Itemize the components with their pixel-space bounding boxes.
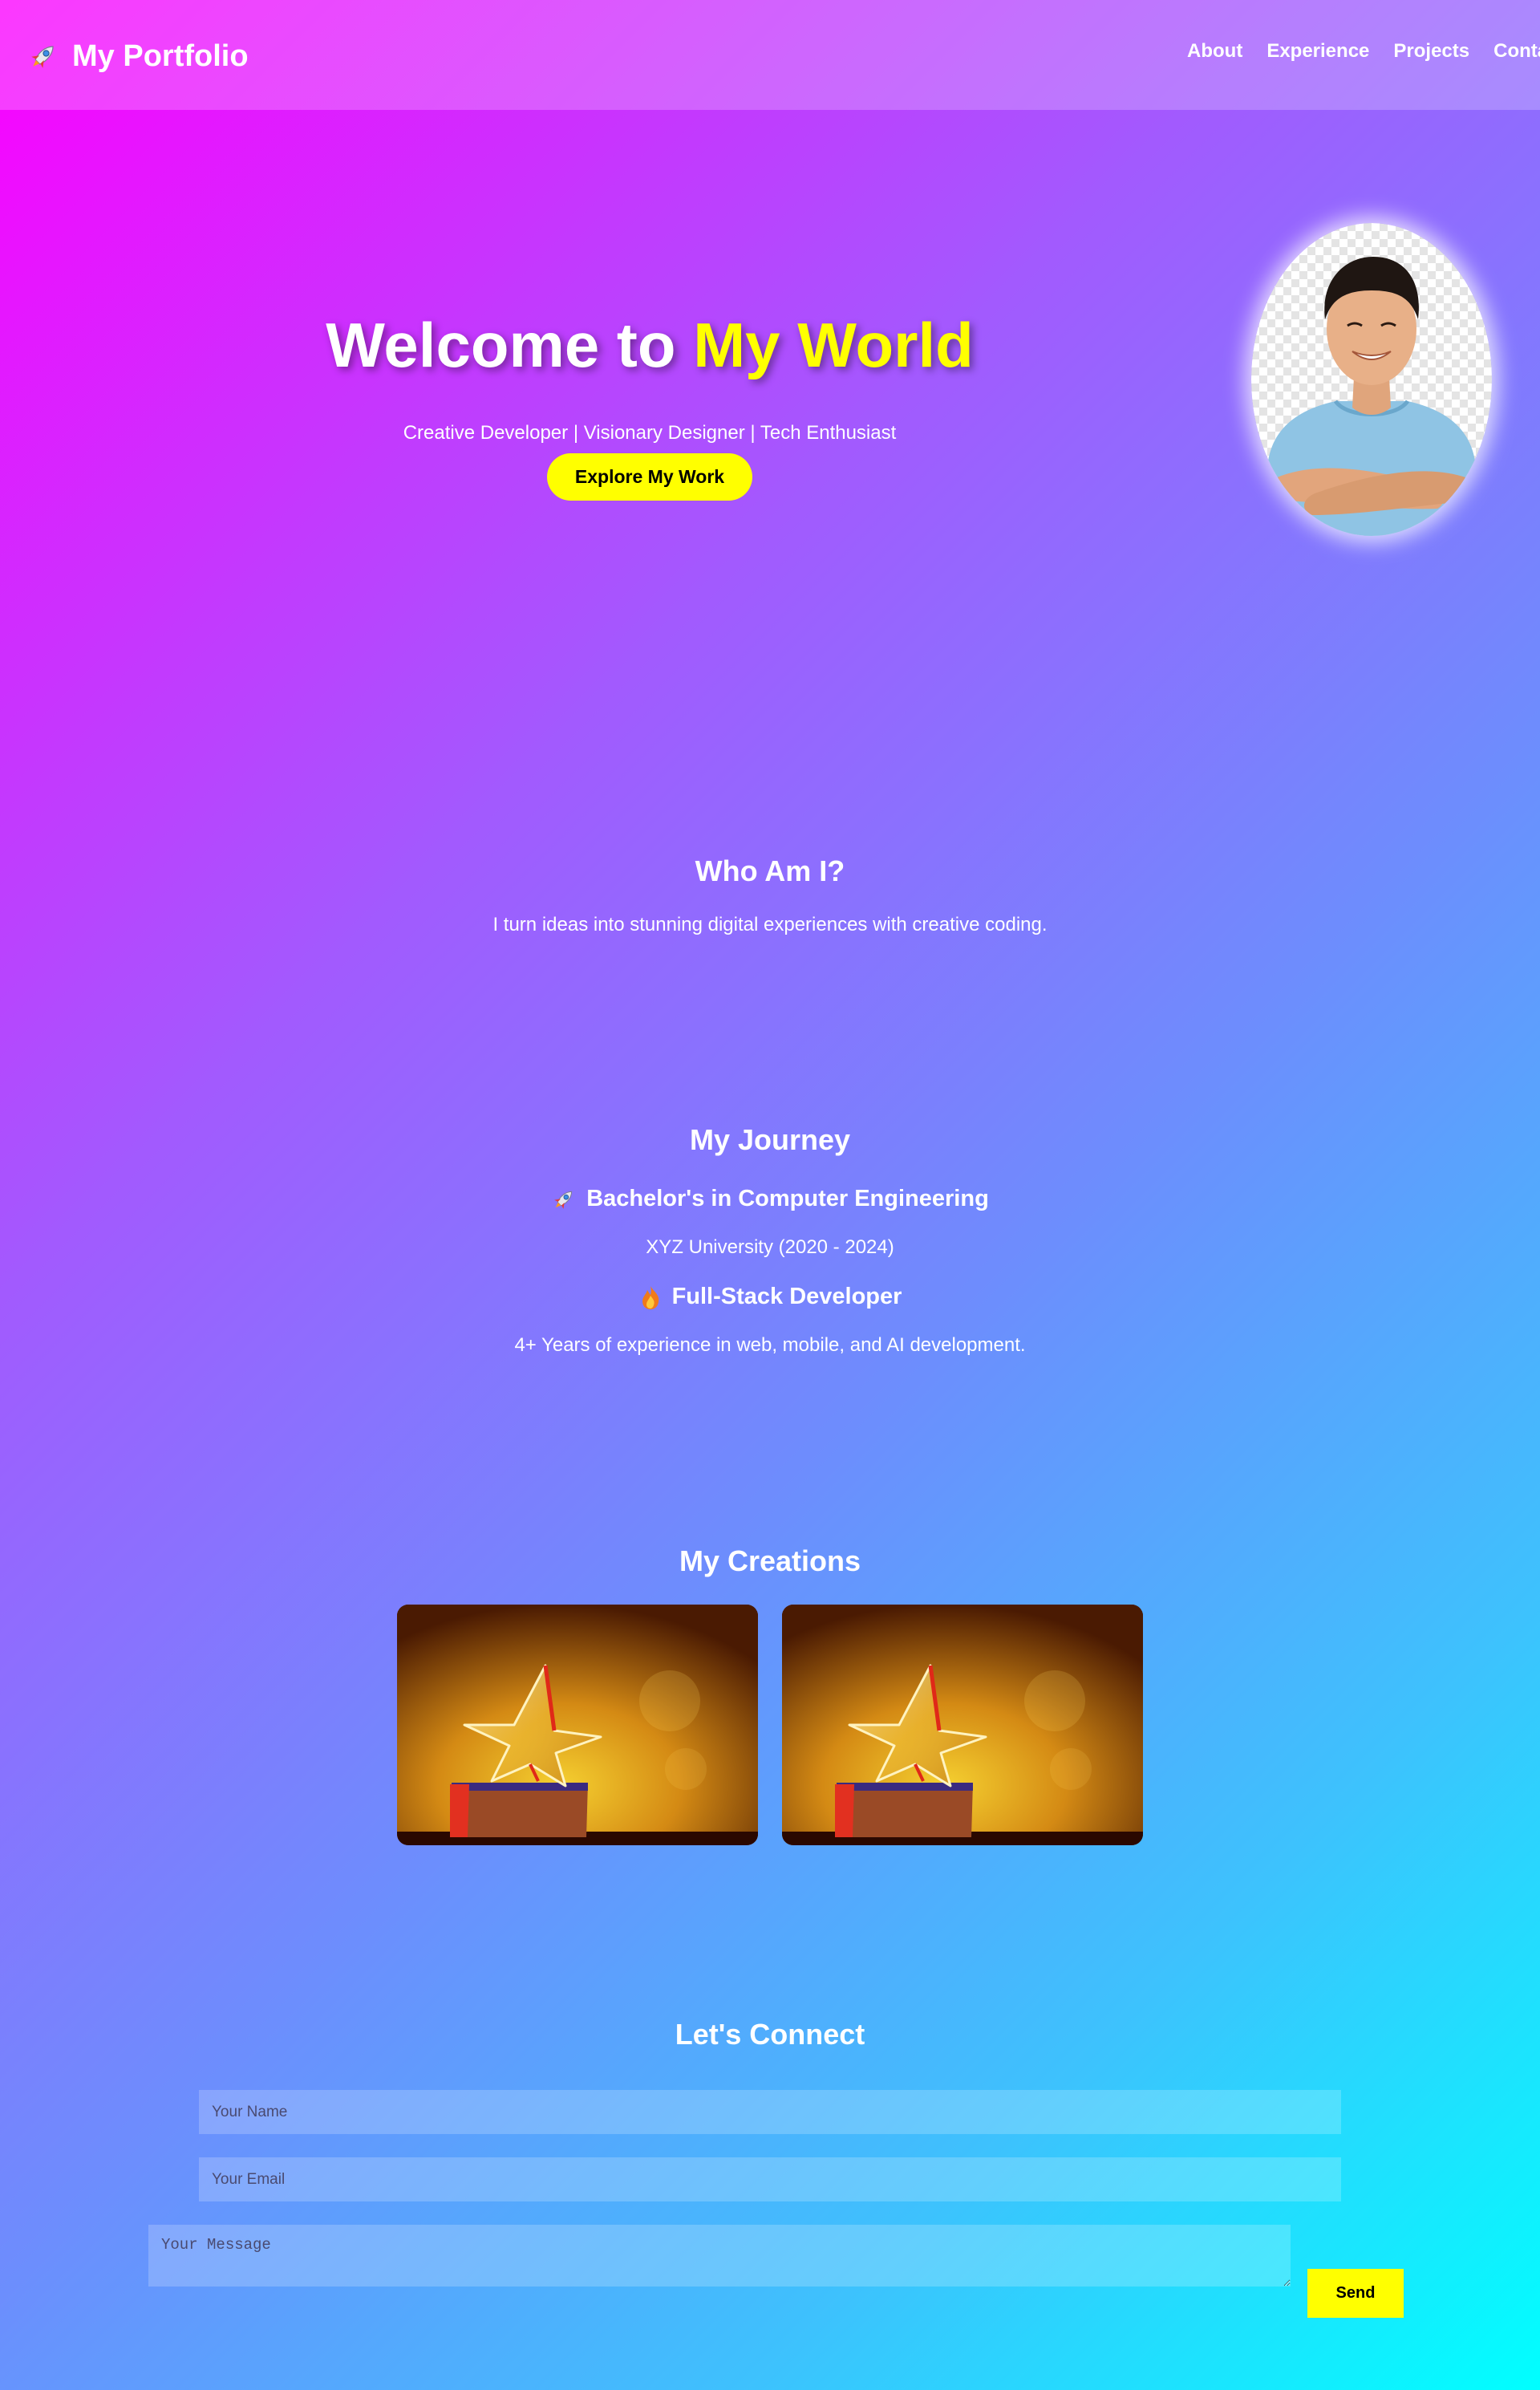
brand[interactable]: My Portfolio — [27, 37, 249, 75]
send-button[interactable]: Send — [1307, 2269, 1404, 2318]
journey-heading: Full-Stack Developer — [671, 1284, 902, 1309]
journey-item-work: Full-Stack Developer — [0, 1284, 1540, 1310]
journey-detail: XYZ University (2020 - 2024) — [646, 1236, 894, 1258]
top-nav-bar: My Portfolio About Experience Projects C… — [0, 0, 1540, 110]
message-field[interactable] — [148, 2225, 1291, 2287]
hero-title-prefix: Welcome to — [326, 310, 676, 380]
journey-title: My Journey — [689, 1123, 851, 1156]
nav-projects[interactable]: Projects — [1393, 40, 1469, 63]
project-card[interactable] — [397, 1605, 758, 1845]
fire-icon — [642, 1285, 659, 1309]
nav-contact[interactable]: Contact — [1493, 40, 1540, 63]
explore-my-work-button[interactable]: Explore My Work — [547, 453, 752, 501]
rocket-icon — [554, 1191, 573, 1209]
creations-title: My Creations — [679, 1544, 861, 1577]
rocket-icon — [31, 46, 54, 68]
hero-subtitle: Creative Developer | Visionary Designer … — [403, 422, 897, 444]
profile-photo — [1251, 223, 1492, 536]
contact-title: Let's Connect — [675, 2018, 865, 2051]
about-title: Who Am I? — [695, 854, 845, 887]
trophy-image — [782, 1605, 1143, 1845]
about-text: I turn ideas into stunning digital exper… — [492, 914, 1048, 935]
main-nav: About Experience Projects Contact — [1187, 40, 1540, 63]
hero-title-accent: My World — [693, 310, 974, 380]
journey-item-education: Bachelor's in Computer Engineering — [0, 1186, 1540, 1212]
email-field[interactable] — [199, 2157, 1341, 2201]
journey-detail: 4+ Years of experience in web, mobile, a… — [514, 1334, 1026, 1356]
brand-name: My Portfolio — [72, 39, 249, 73]
hero-title: Welcome to My World — [0, 309, 1299, 382]
project-card[interactable] — [782, 1605, 1143, 1845]
name-field[interactable] — [199, 2090, 1341, 2134]
journey-heading: Bachelor's in Computer Engineering — [586, 1186, 989, 1211]
trophy-image — [397, 1605, 758, 1845]
nav-about[interactable]: About — [1187, 40, 1242, 63]
nav-experience[interactable]: Experience — [1266, 40, 1369, 63]
